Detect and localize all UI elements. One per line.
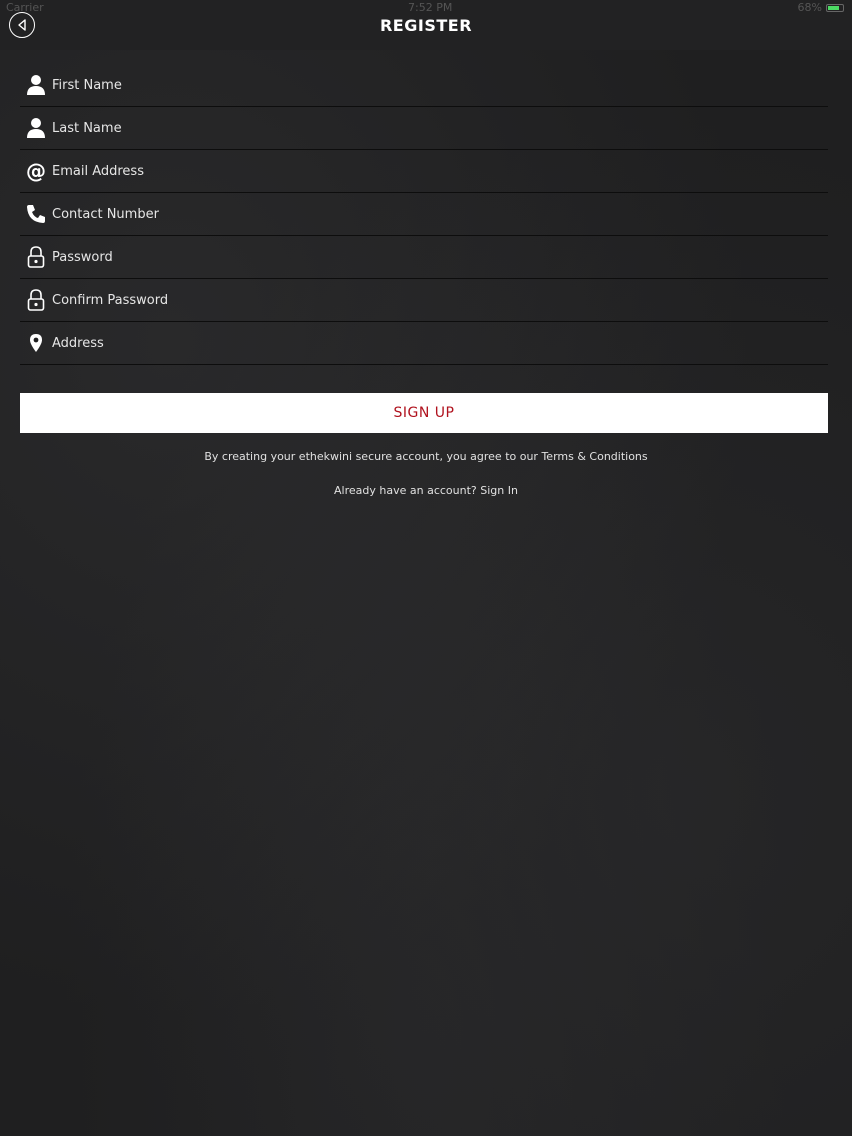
email-input[interactable]	[52, 163, 828, 179]
terms-notice: By creating your ethekwini secure accoun…	[0, 450, 852, 463]
person-icon	[20, 74, 52, 96]
status-bar: Carrier 7:52 PM 68%	[0, 0, 852, 16]
address-field[interactable]	[20, 322, 828, 365]
location-pin-icon	[20, 333, 52, 353]
confirm-password-field[interactable]	[20, 279, 828, 322]
password-field[interactable]	[20, 236, 828, 279]
terms-link[interactable]: Terms & Conditions	[541, 450, 647, 463]
battery-icon	[826, 3, 844, 12]
last-name-field[interactable]	[20, 107, 828, 150]
lock-icon	[20, 246, 52, 268]
svg-text:@: @	[26, 160, 46, 182]
battery-percent: 68%	[797, 1, 822, 14]
sign-up-button[interactable]: SIGN UP	[20, 393, 828, 433]
confirm-password-input[interactable]	[52, 292, 828, 308]
page-title: REGISTER	[379, 16, 473, 35]
address-input[interactable]	[52, 335, 828, 351]
sign-in-prefix: Already have an account?	[334, 484, 481, 497]
first-name-input[interactable]	[52, 77, 828, 93]
register-form: @	[20, 64, 828, 365]
contact-number-field[interactable]	[20, 193, 828, 236]
navigation-bar: Carrier 7:52 PM 68% REGISTER	[0, 0, 852, 50]
terms-prefix: By creating your ethekwini secure accoun…	[204, 450, 542, 463]
last-name-input[interactable]	[52, 120, 828, 136]
contact-number-input[interactable]	[52, 206, 828, 222]
lock-icon	[20, 289, 52, 311]
sign-in-link[interactable]: Sign In	[480, 484, 518, 497]
password-input[interactable]	[52, 249, 828, 265]
status-battery: 68%	[798, 1, 844, 14]
status-time: 7:52 PM	[408, 1, 453, 14]
first-name-field[interactable]	[20, 64, 828, 107]
email-field[interactable]: @	[20, 150, 828, 193]
sign-in-prompt: Already have an account? Sign In	[0, 484, 852, 497]
at-sign-icon: @	[20, 160, 52, 182]
person-icon	[20, 117, 52, 139]
phone-icon	[20, 203, 52, 225]
